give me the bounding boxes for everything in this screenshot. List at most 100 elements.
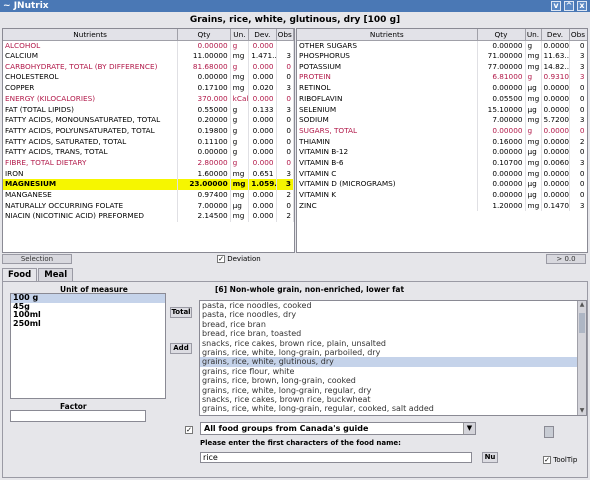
tooltip-checkbox[interactable]: ✓: [543, 456, 551, 464]
col-header-nutrients[interactable]: Nutrients: [297, 29, 478, 41]
unit-list-item[interactable]: 250ml: [11, 319, 165, 329]
tab-meal[interactable]: Meal: [38, 268, 74, 281]
table-row[interactable]: NATURALLY OCCURRING FOLATE 7.00000 µg 0.000…: [3, 200, 294, 212]
table-row[interactable]: VITAMIN B-60.10700mg0.006003: [297, 157, 587, 169]
food-group-select[interactable]: All food groups from Canada's guide ▼: [200, 422, 476, 435]
food-group-checkbox[interactable]: ✓: [185, 426, 193, 434]
col-header-obs[interactable]: Obs: [569, 29, 587, 41]
deviation-checkbox[interactable]: ✓: [217, 255, 225, 263]
table-row[interactable]: FATTY ACIDS, MONOUNSATURATED, TOTAL 0.200…: [3, 115, 294, 126]
col-header-dev[interactable]: Dev.: [541, 29, 570, 41]
col-header-qty[interactable]: Qty: [477, 29, 526, 41]
unit-cell: mg: [230, 179, 250, 190]
table-row[interactable]: MANGANESE 0.97400 mg 0.000 2: [3, 189, 294, 201]
table-row[interactable]: ENERGY (KILOCALORIES) 370.000 kCal 0.000 0: [3, 93, 294, 105]
table-row[interactable]: POTASSIUM 77.00000 mg 14.82... 3: [297, 61, 587, 73]
table-row[interactable]: MAGNESIUM23.00000mg1.059...3: [3, 179, 294, 190]
food-list-item[interactable]: bread, rice bran: [200, 320, 586, 329]
minimize-icon[interactable]: v: [551, 1, 561, 11]
table-row[interactable]: OTHER SUGARS0.00000g0.000000: [297, 40, 587, 51]
table-row[interactable]: CALCIUM11.00000mg1.471...3: [3, 51, 294, 62]
col-header-unit[interactable]: Un.: [525, 29, 542, 41]
chevron-down-icon[interactable]: ▼: [463, 423, 475, 434]
table-row[interactable]: PROTEIN6.81000g0.931003: [297, 72, 587, 84]
table-row[interactable]: COPPER 0.17100 mg 0.020 3: [3, 83, 294, 94]
table-row[interactable]: THIAMIN0.16000mg0.000002: [297, 136, 587, 148]
qty-cell: 0.00000: [477, 147, 526, 158]
total-button[interactable]: Total: [170, 307, 192, 318]
add-button[interactable]: Add: [170, 343, 192, 354]
unit-cell: mg: [230, 72, 250, 84]
food-list-item[interactable]: snacks, rice cakes, brown rice, buckwhea…: [200, 395, 586, 404]
factor-input[interactable]: [10, 410, 146, 422]
table-row[interactable]: FATTY ACIDS, TRANS, TOTAL 0.00000 g 0.000 0: [3, 147, 294, 158]
food-list-item[interactable]: bread, rice bran, toasted: [200, 329, 586, 338]
col-header-nutrients[interactable]: Nutrients: [3, 29, 179, 41]
table-row[interactable]: FAT (TOTAL LIPIDS) 0.55000 g 0.133 3: [3, 104, 294, 116]
nutrient-cell: VITAMIN D (MICROGRAMS): [297, 179, 478, 190]
col-header-dev[interactable]: Dev.: [248, 29, 277, 41]
selection-button[interactable]: Selection: [2, 254, 72, 264]
tab-food[interactable]: Food: [2, 268, 38, 281]
unit-list[interactable]: 100 g 45g 100ml 250ml: [10, 293, 166, 399]
table-row[interactable]: SELENIUM15.10000µg0.000000: [297, 104, 587, 116]
food-list-item[interactable]: snacks, rice cakes, brown rice, plain, u…: [200, 339, 586, 348]
close-icon[interactable]: x: [577, 1, 587, 11]
nutrient-cell: CARBOHYDRATE, TOTAL (BY DIFFERENCE): [3, 61, 179, 73]
obs-cell: 3: [276, 168, 294, 180]
table-row[interactable]: VITAMIN C0.00000mg0.000000: [297, 168, 587, 180]
table-row[interactable]: ZINC1.20000mg0.147003: [297, 200, 587, 212]
table-row[interactable]: PHOSPHORUS 71.00000 mg 11.63... 3: [297, 51, 587, 62]
unit-cell: g: [525, 72, 542, 84]
color-swatch[interactable]: [544, 426, 554, 438]
food-list-item[interactable]: pasta, rice noodles, dry: [200, 310, 586, 319]
table-row[interactable]: RETINOL0.00000µg0.000000: [297, 83, 587, 94]
obs-cell: 3: [569, 51, 587, 62]
table-row[interactable]: CHOLESTEROL 0.00000 mg 0.000 0: [3, 72, 294, 84]
unit-list-item[interactable]: 100 g: [11, 293, 165, 303]
tooltip-toggle[interactable]: ✓ ToolTip: [543, 456, 577, 464]
dev-cell: 0.00000: [541, 93, 570, 105]
nutrient-cell: IRON: [3, 168, 179, 180]
food-list-item[interactable]: grains, rice, white, long-grain, parboil…: [200, 348, 586, 357]
nutrients-table-right[interactable]: Nutrients Qty Un. Dev. Obs OTHER SUGARS 0…: [296, 28, 588, 253]
dev-cell: 1.059...: [248, 179, 277, 190]
food-list-scrollbar[interactable]: ▲ ▼: [577, 301, 586, 415]
table-row[interactable]: SODIUM7.00000mg5.720003: [297, 115, 587, 126]
qty-cell: 0.00000: [477, 40, 526, 51]
tooltip-label: ToolTip: [553, 456, 578, 464]
table-row[interactable]: FATTY ACIDS, SATURATED, TOTAL 0.11100 g 0.0…: [3, 136, 294, 148]
table-row[interactable]: FATTY ACIDS, POLYUNSATURATED, TOTAL 0.198…: [3, 125, 294, 137]
food-list-item[interactable]: grains, rice, white, long-grain, regular…: [200, 386, 586, 395]
table-row[interactable]: VITAMIN B-120.00000µg0.000000: [297, 147, 587, 158]
col-header-unit[interactable]: Un.: [230, 29, 250, 41]
food-search-input[interactable]: rice: [200, 452, 472, 463]
table-row[interactable]: FIBRE, TOTAL DIETARY 2.80000 g 0.000 0: [3, 157, 294, 169]
scroll-thumb[interactable]: [579, 313, 585, 333]
food-list[interactable]: pasta, rice noodles, cooked pasta, rice n…: [199, 300, 587, 416]
food-list-item[interactable]: grains, rice, white, long-grain, regular…: [200, 404, 586, 413]
dev-cell: 0.000: [248, 211, 277, 222]
food-list-item[interactable]: grains, rice flour, white: [200, 367, 586, 376]
food-list-item[interactable]: pasta, rice noodles, cooked: [200, 301, 586, 310]
table-row[interactable]: IRON 1.60000 mg 0.651 3: [3, 168, 294, 180]
table-row[interactable]: ALCOHOL 0.00000 g 0.000: [3, 40, 294, 51]
table-row[interactable]: CARBOHYDRATE, TOTAL (BY DIFFERENCE) 81.68…: [3, 61, 294, 73]
deviation-toggle[interactable]: ✓ Deviation: [217, 255, 261, 263]
col-header-obs[interactable]: Obs: [276, 29, 294, 41]
table-row[interactable]: NIACIN (NICOTINIC ACID) PREFORMED 2.14500…: [3, 211, 294, 222]
table-row[interactable]: VITAMIN K0.00000µg0.000000: [297, 189, 587, 201]
unit-cell: mg: [525, 200, 542, 212]
scroll-down-icon[interactable]: ▼: [578, 407, 586, 415]
maximize-icon[interactable]: ^: [564, 1, 574, 11]
col-header-qty[interactable]: Qty: [177, 29, 231, 41]
food-list-item[interactable]: grains, rice, brown, long-grain, cooked: [200, 376, 586, 385]
table-row[interactable]: RIBOFLAVIN0.05500mg0.000000: [297, 93, 587, 105]
table-row[interactable]: SUGARS, TOTAL0.00000g0.000000: [297, 125, 587, 137]
nutrients-table-left[interactable]: Nutrients Qty Un. Dev. Obs ALCOHOL 0.0000…: [2, 28, 295, 253]
scroll-up-icon[interactable]: ▲: [578, 301, 586, 309]
table-row[interactable]: VITAMIN D (MICROGRAMS)0.00000µg0.000000: [297, 179, 587, 190]
food-list-item[interactable]: grains, rice, white, glutinous, dry: [200, 357, 586, 367]
nu-button[interactable]: Nu: [482, 452, 498, 463]
threshold-button[interactable]: > 0.0: [546, 254, 586, 264]
